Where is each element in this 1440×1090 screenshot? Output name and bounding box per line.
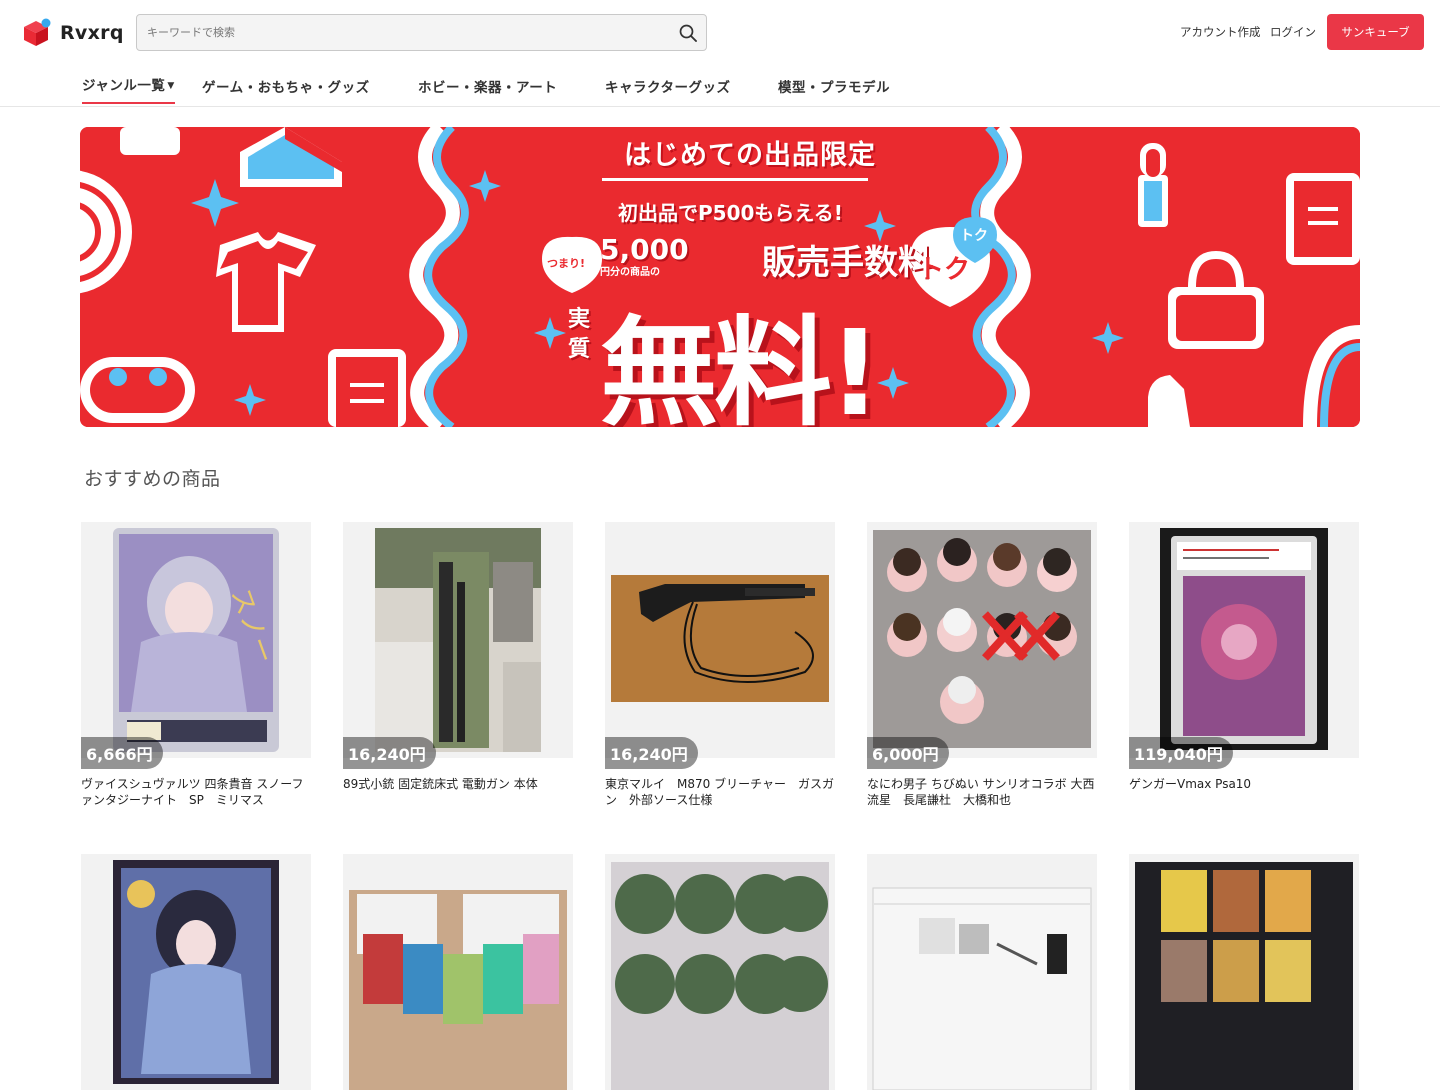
product-name: 89式小銃 固定銃床式 電動ガン 本体 bbox=[343, 777, 538, 791]
product-image bbox=[343, 854, 573, 1090]
logo-cube-icon bbox=[22, 18, 52, 48]
nav-models[interactable]: 模型・プラモデル bbox=[778, 76, 890, 96]
price-tag: 16,240円 bbox=[605, 737, 698, 769]
search-box bbox=[136, 14, 707, 51]
category-nav: ジャンル一覧 ▼ ゲーム・おもちゃ・グッズ ホビー・楽器・アート キャラクターグッ… bbox=[0, 64, 1440, 107]
banner-subtitle: 初出品でP500もらえる! bbox=[618, 201, 843, 225]
banner-title: はじめての出品限定 bbox=[624, 140, 876, 171]
logo-text: Rvxrq bbox=[60, 22, 124, 44]
header: Rvxrq アカウント作成 ログイン サンキューブ bbox=[0, 0, 1440, 64]
product-image bbox=[81, 854, 311, 1090]
product-image bbox=[867, 522, 1097, 758]
search-input[interactable] bbox=[137, 15, 670, 50]
price-tag: 16,240円 bbox=[343, 737, 436, 769]
product-image bbox=[605, 522, 835, 758]
price-tag: 119,040円 bbox=[1129, 737, 1233, 769]
caret-down-icon: ▼ bbox=[167, 81, 175, 91]
login-link[interactable]: ログイン bbox=[1270, 24, 1316, 40]
signup-link[interactable]: アカウント作成 bbox=[1180, 24, 1261, 40]
banner-heart-small: トク bbox=[960, 228, 988, 244]
banner-jitsu-text: 実質 bbox=[567, 307, 590, 362]
nav-genre-list[interactable]: ジャンル一覧 ▼ bbox=[82, 74, 175, 104]
product-image bbox=[1129, 522, 1359, 758]
nav-character-goods[interactable]: キャラクターグッズ bbox=[605, 76, 730, 96]
product-image bbox=[343, 522, 573, 758]
banner-amount-unit: 円分の商品の bbox=[600, 267, 660, 278]
search-button[interactable] bbox=[670, 15, 706, 51]
nav-hobby-instruments[interactable]: ホビー・楽器・アート bbox=[418, 76, 557, 96]
search-icon bbox=[679, 24, 697, 42]
product-image: スノー bbox=[81, 522, 311, 758]
banner-title-underline bbox=[602, 178, 868, 181]
product-name: ヴァイスシュヴァルツ 四条貴音 スノーファンタジーナイト SP ミリマス bbox=[81, 777, 304, 807]
product-name: ゲンガーVmax Psa10 bbox=[1129, 777, 1252, 791]
banner-free-text: 無料! bbox=[600, 304, 882, 427]
promo-banner[interactable]: はじめての出品限定 初出品でP500もらえる! つまり! 5,000 円分の商品… bbox=[80, 127, 1360, 427]
banner-badge-left: つまり! bbox=[547, 257, 586, 270]
nav-item-label: ジャンル一覧 bbox=[82, 78, 166, 94]
sell-button[interactable]: サンキューブ bbox=[1327, 14, 1424, 50]
price-tag: 6,666円 bbox=[81, 737, 163, 769]
section-title-recommended: おすすめの商品 bbox=[84, 468, 221, 490]
banner-heart-big: トク bbox=[918, 255, 971, 285]
product-image bbox=[1129, 854, 1359, 1090]
logo[interactable]: Rvxrq bbox=[22, 18, 124, 48]
product-image bbox=[605, 854, 835, 1090]
product-name: 東京マルイ M870 ブリーチャー ガスガン 外部ソース仕様 bbox=[605, 777, 834, 807]
product-image bbox=[867, 854, 1097, 1090]
price-tag: 6,000円 bbox=[867, 737, 949, 769]
nav-games-toys[interactable]: ゲーム・おもちゃ・グッズ bbox=[202, 76, 370, 96]
product-name: なにわ男子 ちびぬい サンリオコラボ 大西流星 長尾謙杜 大橋和也 bbox=[867, 777, 1095, 807]
banner-amount: 5,000 bbox=[600, 233, 689, 266]
